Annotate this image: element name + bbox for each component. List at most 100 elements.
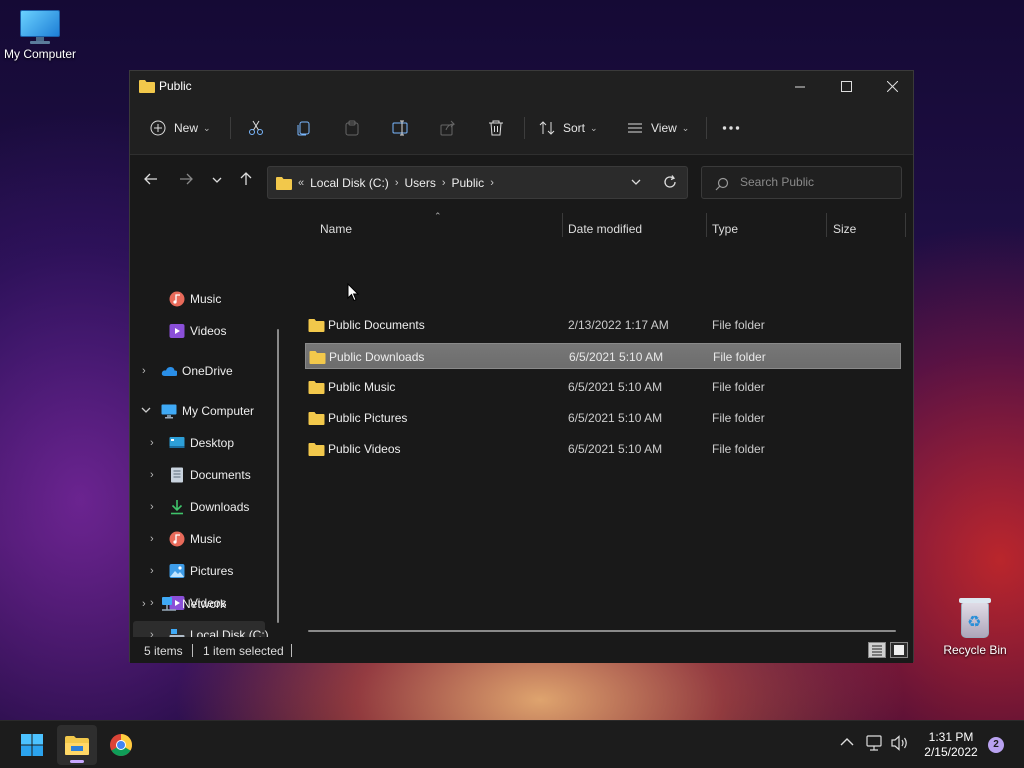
taskbar-file-explorer[interactable]	[57, 725, 97, 765]
nav-item-label: Local Disk (C:)	[190, 628, 269, 637]
column-header-name[interactable]: Name	[320, 217, 352, 241]
start-button[interactable]	[12, 725, 52, 765]
breadcrumb-users[interactable]: Users	[404, 176, 435, 190]
nav-item-downloads[interactable]: › Downloads	[133, 493, 265, 521]
file-row[interactable]: Public Music 6/5/2021 5:10 AM File folde…	[305, 374, 901, 400]
breadcrumb-public[interactable]: Public	[452, 176, 485, 190]
file-name: Public Videos	[328, 442, 401, 456]
column-divider[interactable]	[905, 213, 906, 237]
view-list-icon	[628, 123, 642, 133]
status-divider	[192, 644, 193, 657]
chevron-right-icon[interactable]: ›	[442, 177, 446, 189]
desktop-recycle-bin[interactable]: ♻ Recycle Bin	[935, 596, 1015, 657]
file-row[interactable]: Public Videos 6/5/2021 5:10 AM File fold…	[305, 436, 901, 462]
chevron-right-icon[interactable]: ›	[490, 177, 494, 189]
nav-item-videos-quick[interactable]: Videos	[133, 317, 265, 345]
search-box[interactable]	[701, 166, 902, 199]
paste-button[interactable]	[344, 114, 360, 142]
file-row[interactable]: Public Pictures 6/5/2021 5:10 AM File fo…	[305, 405, 901, 431]
chevron-down-icon[interactable]	[141, 407, 151, 415]
title-bar[interactable]: Public	[130, 71, 913, 101]
maximize-icon	[840, 80, 852, 92]
chevron-right-icon[interactable]: ›	[150, 565, 154, 577]
chevron-right-icon[interactable]: ›	[142, 598, 146, 610]
navigation-pane: Music Videos › OneDrive My Computer › De…	[130, 207, 288, 637]
view-button[interactable]: View ⌄	[627, 114, 689, 142]
recent-locations-button[interactable]	[207, 172, 227, 192]
column-header-date[interactable]: Date modified	[568, 217, 642, 241]
address-bar[interactable]: « Local Disk (C:) › Users › Public ›	[267, 166, 688, 199]
nav-item-label: Music	[190, 532, 222, 546]
clock[interactable]: 1:31 PM 2/15/2022	[916, 730, 986, 760]
breadcrumb-local-disk[interactable]: Local Disk (C:)	[310, 176, 389, 190]
chevron-right-icon[interactable]: ›	[150, 501, 154, 513]
nav-pane-scrollbar[interactable]	[277, 329, 279, 623]
column-divider[interactable]	[562, 213, 563, 237]
column-header-label: Size	[833, 222, 857, 236]
cut-button[interactable]	[248, 114, 264, 142]
file-row-selected[interactable]: Public Downloads 6/5/2021 5:10 AM File f…	[305, 343, 901, 369]
file-type: File folder	[712, 411, 765, 425]
breadcrumb-overflow[interactable]: «	[298, 177, 304, 189]
file-row[interactable]: Public Documents 2/13/2022 1:17 AM File …	[305, 312, 901, 338]
sort-label: Sort	[563, 121, 586, 135]
delete-button[interactable]	[488, 114, 504, 142]
notification-badge[interactable]: 2	[988, 737, 1004, 753]
taskbar-chrome[interactable]	[101, 725, 141, 765]
column-header-size[interactable]: Size	[833, 217, 856, 241]
computer-icon	[161, 404, 177, 419]
search-input[interactable]	[740, 175, 890, 189]
nav-item-local-disk[interactable]: › Local Disk (C:)	[133, 621, 269, 637]
rename-button[interactable]	[392, 114, 410, 142]
nav-item-pictures[interactable]: › Pictures	[133, 557, 265, 585]
sort-ascending-icon: ⌃	[434, 211, 442, 221]
nav-item-label: Desktop	[190, 436, 235, 450]
close-button[interactable]	[869, 71, 915, 101]
folder-icon	[139, 80, 155, 93]
chevron-right-icon[interactable]: ›	[395, 177, 399, 189]
share-button[interactable]	[440, 114, 456, 142]
pictures-icon	[169, 564, 185, 578]
sort-button[interactable]: Sort ⌄	[539, 114, 598, 142]
nav-item-my-computer[interactable]: My Computer	[133, 397, 265, 425]
maximize-button[interactable]	[823, 71, 869, 101]
desktop-my-computer[interactable]: My Computer	[0, 8, 80, 61]
minimize-button[interactable]	[777, 71, 823, 101]
address-history-button[interactable]	[630, 176, 642, 191]
forward-button[interactable]	[176, 172, 196, 192]
nav-item-music[interactable]: › Music	[133, 525, 265, 553]
nav-item-music-quick[interactable]: Music	[133, 285, 265, 313]
status-divider	[291, 644, 292, 657]
search-icon	[715, 177, 729, 191]
nav-item-desktop[interactable]: › Desktop	[133, 429, 265, 457]
column-divider[interactable]	[706, 213, 707, 237]
network-status-button[interactable]	[866, 735, 884, 754]
details-view-button[interactable]	[868, 642, 886, 658]
chevron-right-icon[interactable]: ›	[142, 365, 146, 377]
column-header-label: Type	[712, 222, 739, 236]
file-name: Public Documents	[328, 318, 425, 332]
column-header-type[interactable]: Type	[712, 217, 738, 241]
paste-icon	[345, 120, 359, 136]
chevron-right-icon[interactable]: ›	[150, 437, 154, 449]
copy-button[interactable]	[296, 114, 312, 142]
nav-item-network[interactable]: › Network	[133, 590, 265, 618]
more-options-button[interactable]	[722, 114, 740, 142]
tiles-view-button[interactable]	[890, 642, 908, 658]
nav-item-documents[interactable]: › Documents	[133, 461, 265, 489]
horizontal-scrollbar[interactable]	[308, 630, 896, 632]
chevron-right-icon[interactable]: ›	[150, 533, 154, 545]
show-hidden-icons-button[interactable]	[840, 735, 854, 750]
nav-item-onedrive[interactable]: › OneDrive	[133, 357, 265, 385]
up-button[interactable]	[236, 172, 256, 192]
taskbar: 1:31 PM 2/15/2022 2	[0, 720, 1024, 768]
back-button[interactable]	[141, 172, 161, 192]
volume-button[interactable]	[891, 735, 909, 754]
column-divider[interactable]	[826, 213, 827, 237]
close-icon	[886, 80, 898, 92]
chevron-right-icon[interactable]: ›	[150, 469, 154, 481]
refresh-button[interactable]	[663, 175, 677, 192]
chevron-right-icon[interactable]: ›	[150, 629, 154, 637]
new-button[interactable]: New ⌄	[150, 114, 211, 142]
mouse-cursor-icon	[347, 283, 359, 302]
